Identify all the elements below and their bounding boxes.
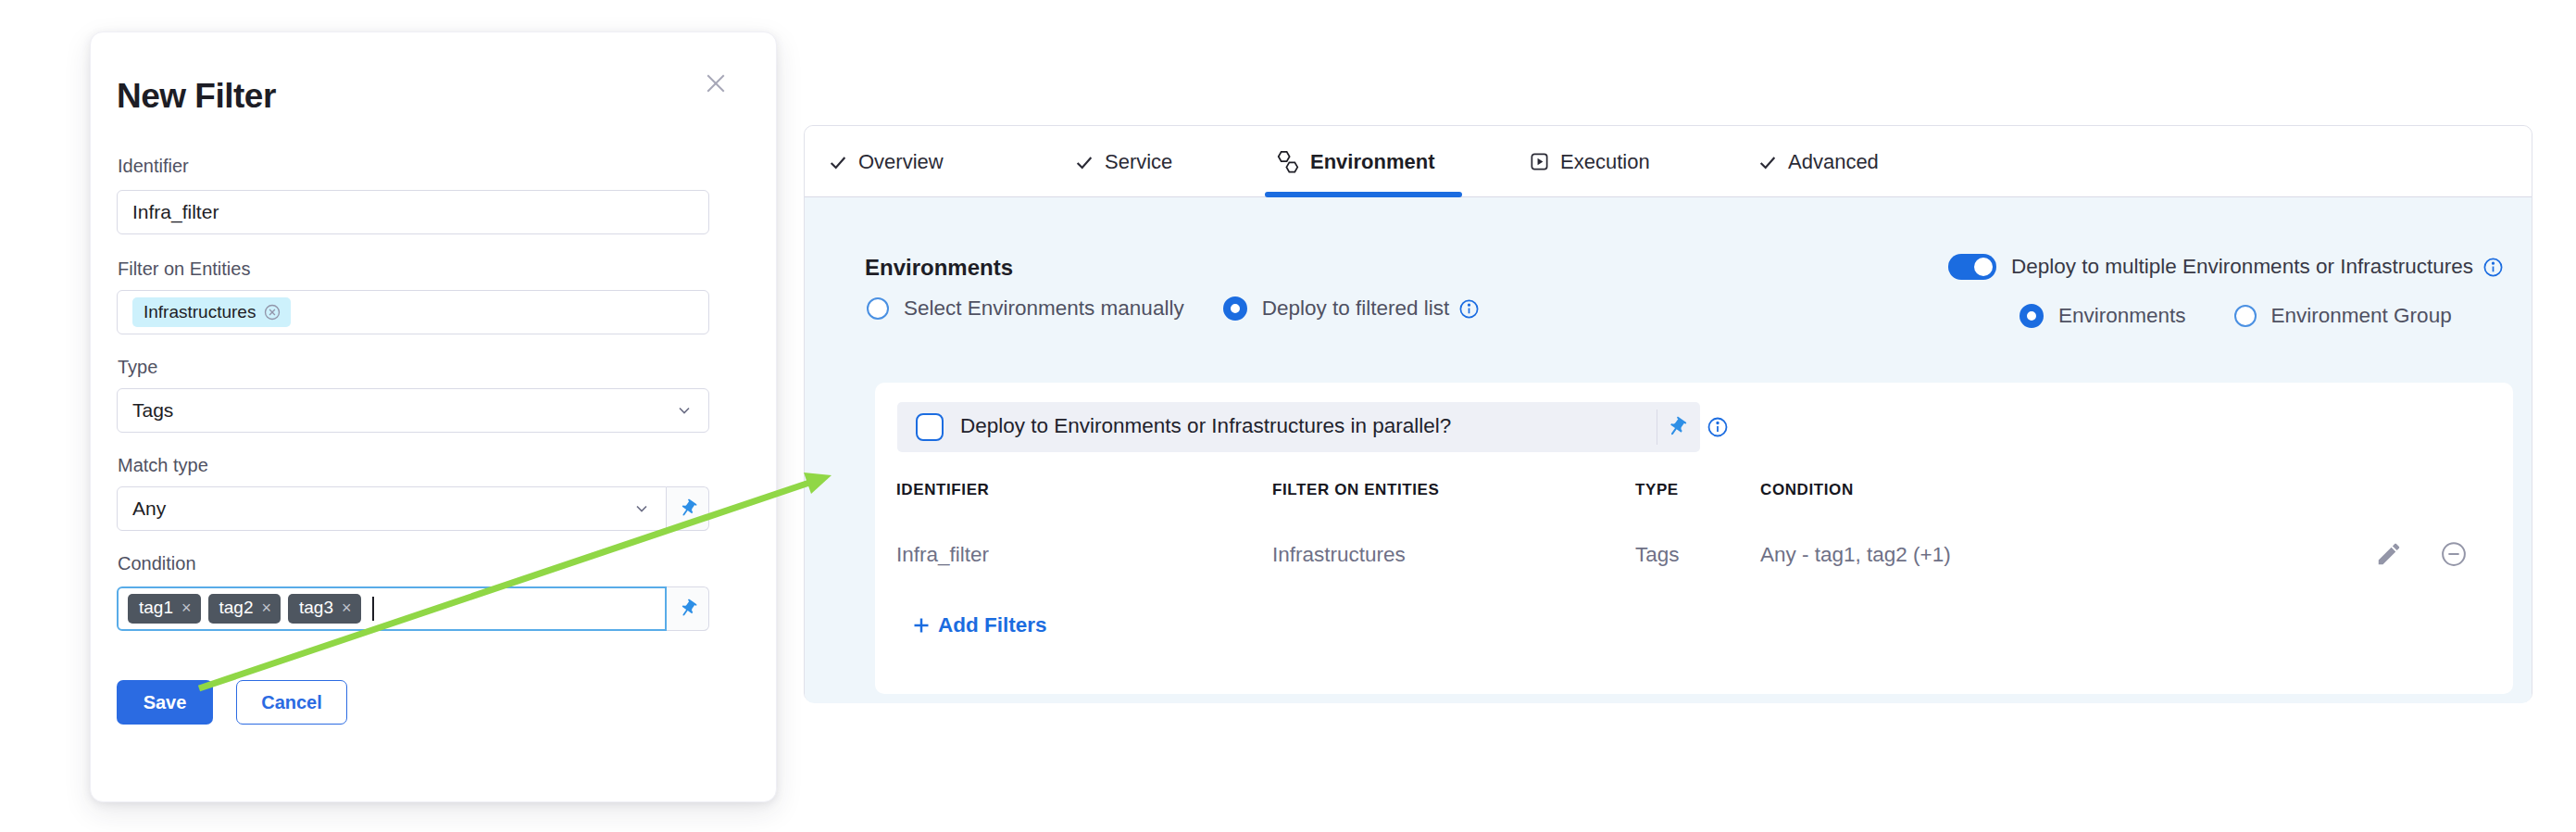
remove-chip-icon[interactable] bbox=[263, 303, 281, 321]
match-type-select[interactable]: Any bbox=[117, 486, 667, 531]
check-icon bbox=[1757, 152, 1778, 172]
tab-execution[interactable]: Execution bbox=[1529, 126, 1650, 197]
tab-label: Advanced bbox=[1788, 150, 1879, 174]
stage-tabbar: Overview Service Environment Execution bbox=[805, 126, 2532, 197]
pin-icon[interactable] bbox=[1661, 411, 1692, 442]
tag-label: tag1 bbox=[139, 598, 173, 618]
entities-label: Filter on Entities bbox=[118, 258, 250, 280]
type-value: Tags bbox=[132, 399, 173, 422]
text-cursor bbox=[372, 597, 374, 621]
identifier-label: Identifier bbox=[118, 156, 189, 177]
save-button[interactable]: Save bbox=[117, 680, 213, 725]
match-type-label: Match type bbox=[118, 455, 208, 476]
row-type: Tags bbox=[1635, 543, 1680, 567]
match-type-value: Any bbox=[132, 498, 166, 520]
radio-label: Environments bbox=[2058, 304, 2186, 328]
condition-tag: tag2 × bbox=[208, 594, 281, 624]
row-entities: Infrastructures bbox=[1272, 543, 1406, 567]
type-select[interactable]: Tags bbox=[117, 388, 709, 433]
info-icon[interactable] bbox=[1707, 416, 1729, 438]
environment-icon bbox=[1276, 150, 1300, 174]
close-icon[interactable] bbox=[702, 69, 730, 97]
plus-icon bbox=[912, 616, 931, 635]
radio-label: Environment Group bbox=[2271, 304, 2452, 328]
deploy-multiple-toggle-row: Deploy to multiple Environments or Infra… bbox=[1948, 254, 2504, 280]
condition-tag: tag1 × bbox=[128, 594, 201, 624]
match-type-pin-box[interactable] bbox=[667, 486, 709, 531]
col-type: TYPE bbox=[1635, 481, 1679, 499]
condition-input[interactable]: tag1 × tag2 × tag3 × bbox=[117, 586, 667, 631]
remove-tag-icon[interactable]: × bbox=[342, 599, 352, 618]
identifier-value: Infra_filter bbox=[132, 201, 219, 223]
radio-environments[interactable] bbox=[2020, 304, 2044, 328]
check-icon bbox=[828, 152, 848, 172]
entities-input[interactable]: Infrastructures bbox=[117, 290, 709, 334]
type-label: Type bbox=[118, 357, 157, 378]
col-condition: CONDITION bbox=[1760, 481, 1854, 499]
chevron-down-icon bbox=[632, 499, 651, 518]
tab-service[interactable]: Service bbox=[1074, 126, 1172, 197]
tab-overview[interactable]: Overview bbox=[828, 126, 944, 197]
remove-tag-icon[interactable]: × bbox=[261, 599, 271, 618]
radio-deploy-filtered[interactable] bbox=[1223, 296, 1247, 321]
row-condition: Any - tag1, tag2 (+1) bbox=[1760, 543, 1951, 567]
parallel-checkbox[interactable] bbox=[916, 413, 944, 441]
remove-row-icon[interactable] bbox=[2440, 540, 2468, 568]
entities-chip: Infrastructures bbox=[132, 297, 291, 327]
execution-icon bbox=[1529, 151, 1550, 172]
check-icon bbox=[1074, 152, 1094, 172]
pin-icon bbox=[673, 495, 702, 523]
cancel-button[interactable]: Cancel bbox=[236, 680, 347, 725]
entities-chip-label: Infrastructures bbox=[144, 302, 256, 322]
radio-select-manually[interactable] bbox=[867, 297, 889, 320]
tab-label: Environment bbox=[1310, 150, 1434, 174]
env-select-radios: Select Environments manually Deploy to f… bbox=[867, 296, 1480, 321]
tag-label: tag2 bbox=[219, 598, 254, 618]
toggle-knob bbox=[1974, 258, 1993, 276]
radio-label: Select Environments manually bbox=[904, 296, 1184, 321]
parallel-label: Deploy to Environments or Infrastructure… bbox=[960, 414, 1451, 438]
add-filters-button[interactable]: Add Filters bbox=[912, 613, 1047, 637]
parallel-option-bar: Deploy to Environments or Infrastructure… bbox=[897, 402, 1700, 452]
edit-icon[interactable] bbox=[2375, 540, 2403, 568]
environments-heading: Environments bbox=[865, 255, 1013, 281]
condition-tag: tag3 × bbox=[288, 594, 361, 624]
col-identifier: IDENTIFIER bbox=[896, 481, 989, 499]
tag-label: tag3 bbox=[299, 598, 333, 618]
radio-environment-group[interactable] bbox=[2234, 305, 2257, 327]
page: Overview Service Environment Execution bbox=[0, 0, 2576, 832]
tab-advanced[interactable]: Advanced bbox=[1757, 126, 1879, 197]
tab-environment[interactable]: Environment bbox=[1276, 126, 1434, 197]
info-icon[interactable] bbox=[1458, 298, 1480, 320]
col-filter-on-entities: FILTER ON ENTITIES bbox=[1272, 481, 1440, 499]
remove-tag-icon[interactable]: × bbox=[181, 599, 192, 618]
dialog-title: New Filter bbox=[117, 77, 276, 116]
tab-label: Execution bbox=[1560, 150, 1650, 174]
info-icon[interactable] bbox=[2482, 257, 2504, 278]
radio-label: Deploy to filtered list bbox=[1262, 296, 1450, 321]
env-type-radios: Environments Environment Group bbox=[2020, 304, 2452, 328]
condition-label: Condition bbox=[118, 553, 196, 574]
pipeline-stage-panel: Overview Service Environment Execution bbox=[804, 125, 2532, 702]
identifier-input[interactable]: Infra_filter bbox=[117, 190, 709, 234]
tab-label: Overview bbox=[858, 150, 944, 174]
add-filters-label: Add Filters bbox=[938, 613, 1047, 637]
chevron-down-icon bbox=[675, 401, 694, 420]
tab-label: Service bbox=[1105, 150, 1172, 174]
pin-icon bbox=[673, 595, 702, 624]
environment-tab-content: Environments Select Environments manuall… bbox=[805, 197, 2532, 703]
new-filter-dialog: New Filter Identifier Infra_filter Filte… bbox=[90, 32, 777, 802]
deploy-multiple-toggle[interactable] bbox=[1948, 254, 1996, 280]
filters-card: Deploy to Environments or Infrastructure… bbox=[875, 383, 2513, 694]
row-identifier: Infra_filter bbox=[896, 543, 989, 567]
condition-pin-box[interactable] bbox=[667, 586, 709, 631]
toggle-label: Deploy to multiple Environments or Infra… bbox=[2011, 255, 2473, 279]
